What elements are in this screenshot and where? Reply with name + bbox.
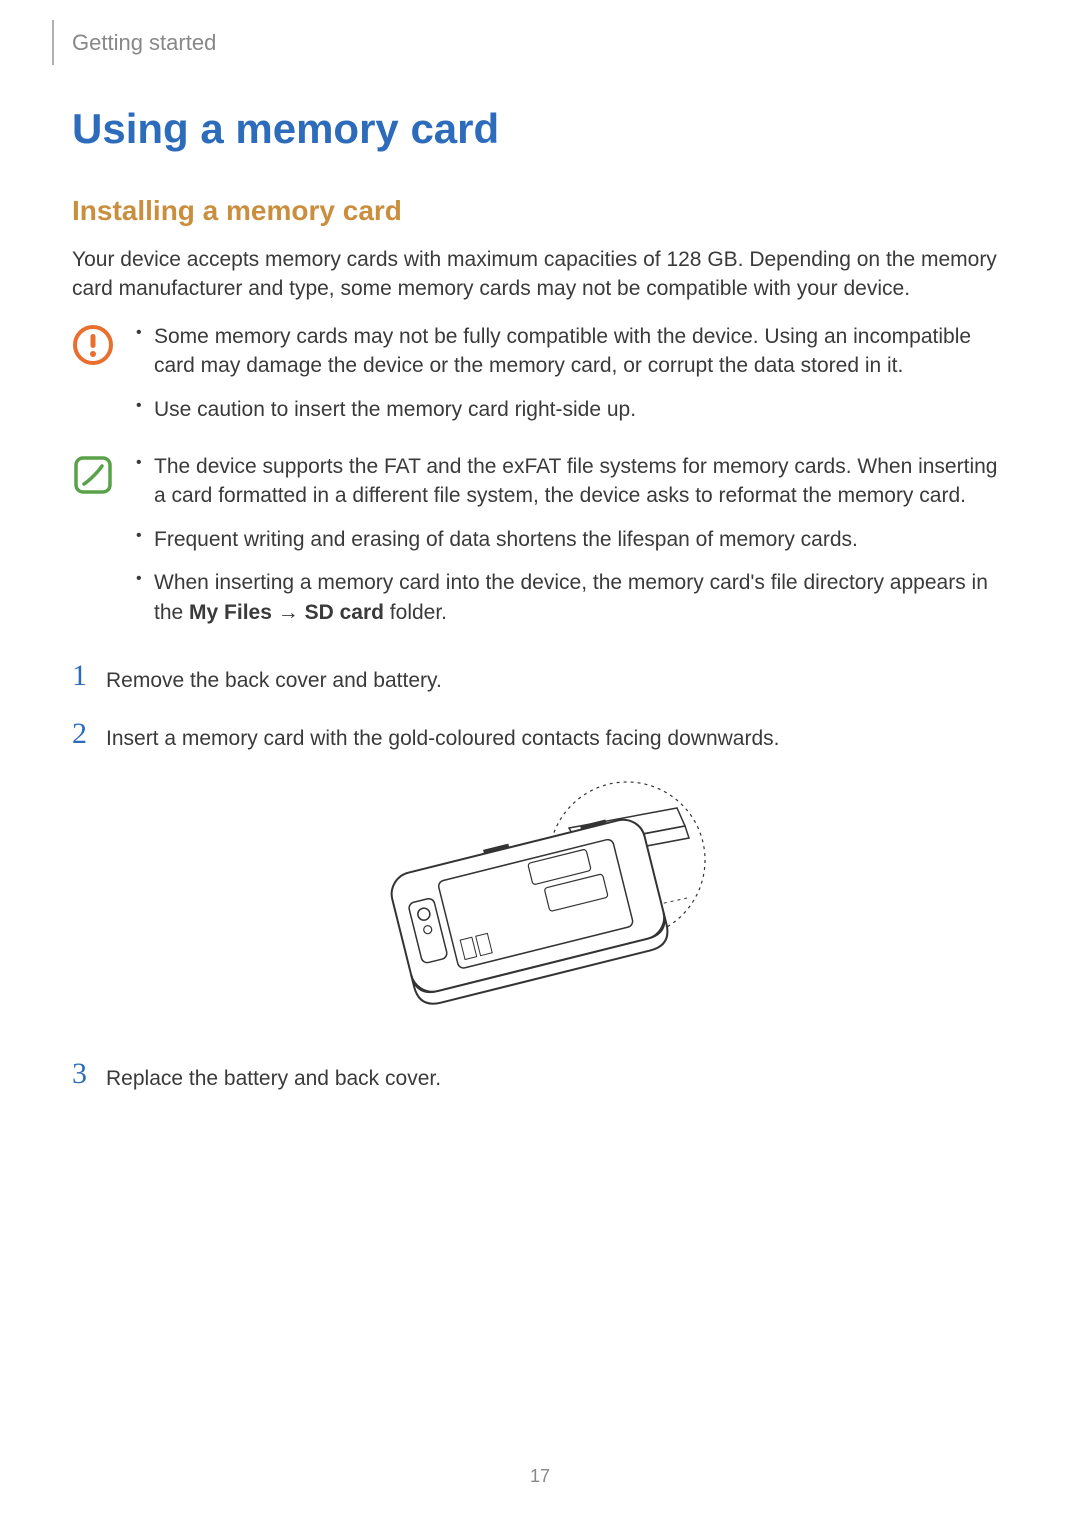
- header-rule: [52, 20, 54, 65]
- intro-paragraph: Your device accepts memory cards with ma…: [72, 245, 1002, 304]
- note-item: When inserting a memory card into the de…: [132, 568, 1002, 627]
- path-my-files: My Files: [189, 601, 272, 624]
- note-item: Frequent writing and erasing of data sho…: [132, 525, 1002, 554]
- memory-card-illustration: [72, 778, 1002, 1023]
- step-number: 1: [72, 661, 106, 691]
- step-number: 3: [72, 1059, 106, 1089]
- caution-callout: Some memory cards may not be fully compa…: [72, 322, 1002, 438]
- caution-item: Use caution to insert the memory card ri…: [132, 395, 1002, 424]
- note-item-tail: folder.: [384, 601, 447, 624]
- section-subtitle: Installing a memory card: [72, 195, 402, 227]
- page-number: 17: [0, 1466, 1080, 1487]
- step-2: 2 Insert a memory card with the gold-col…: [72, 719, 1002, 753]
- caution-item: Some memory cards may not be fully compa…: [132, 322, 1002, 381]
- step-number: 2: [72, 719, 106, 749]
- step-1: 1 Remove the back cover and battery.: [72, 661, 1002, 695]
- steps-list: 1 Remove the back cover and battery. 2 I…: [72, 661, 1002, 1093]
- note-icon: [72, 454, 114, 501]
- note-callout: The device supports the FAT and the exFA…: [72, 452, 1002, 641]
- step-text: Remove the back cover and battery.: [106, 661, 1002, 695]
- header-section-label: Getting started: [72, 30, 216, 56]
- page-title: Using a memory card: [72, 105, 499, 153]
- body-content: Your device accepts memory cards with ma…: [72, 245, 1002, 1117]
- note-item: The device supports the FAT and the exFA…: [132, 452, 1002, 511]
- path-arrow-icon: →: [278, 601, 299, 624]
- step-text: Replace the battery and back cover.: [106, 1059, 1002, 1093]
- step-3: 3 Replace the battery and back cover.: [72, 1059, 1002, 1093]
- caution-icon: [72, 324, 114, 371]
- step-text: Insert a memory card with the gold-colou…: [106, 719, 1002, 753]
- path-sd-card: SD card: [305, 601, 384, 624]
- note-list: The device supports the FAT and the exFA…: [132, 452, 1002, 641]
- caution-list: Some memory cards may not be fully compa…: [132, 322, 1002, 438]
